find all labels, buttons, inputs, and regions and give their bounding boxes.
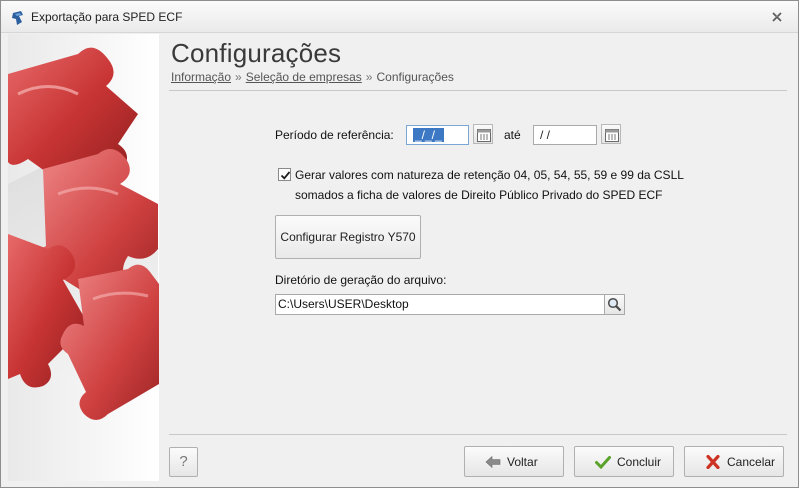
help-icon: ? [179, 453, 188, 470]
breadcrumb: Informação» Seleção de empresas» Configura… [171, 70, 454, 84]
breadcrumb-current: Configurações [376, 70, 454, 84]
arrow-left-icon [485, 455, 501, 469]
title-bar: Exportação para SPED ECF [1, 1, 798, 33]
output-directory-label: Diretório de geração do arquivo: [275, 273, 447, 287]
until-label: até [504, 128, 521, 142]
cancel-label: Cancelar [727, 455, 776, 469]
back-label: Voltar [507, 455, 538, 469]
date-from-input[interactable]: _/_/_ [406, 125, 469, 145]
window-title: Exportação para SPED ECF [31, 10, 183, 24]
main-content: Configurações Informação» Seleção de empr… [160, 34, 792, 481]
csll-retention-line1: Gerar valores com natureza de retenção 0… [295, 168, 684, 182]
csll-retention-checkbox[interactable] [278, 168, 291, 181]
breadcrumb-separator: » [365, 70, 373, 84]
calendar-icon [605, 129, 619, 142]
output-directory-input[interactable]: C:\Users\USER\Desktop [275, 294, 605, 315]
check-icon [595, 456, 611, 469]
configure-y570-button[interactable]: Configurar Registro Y570 [275, 215, 421, 259]
page-title: Configurações [171, 38, 342, 68]
date-to-input[interactable]: / / [533, 125, 597, 145]
finish-label: Concluir [617, 455, 662, 469]
footer-divider [169, 434, 787, 435]
search-icon [607, 297, 622, 312]
x-icon [706, 455, 720, 469]
date-to-calendar-button[interactable] [601, 124, 621, 144]
puzzle-illustration [8, 47, 159, 420]
period-label: Período de referência: [275, 128, 394, 142]
csll-retention-line2: somados a ficha de valores de Direito Pú… [295, 188, 663, 202]
breadcrumb-informacao[interactable]: Informação [171, 70, 231, 84]
date-from-value: _/_/_ [413, 128, 444, 142]
back-button[interactable]: Voltar [464, 446, 564, 477]
checkmark-icon [280, 171, 291, 180]
date-from-calendar-button[interactable] [473, 124, 493, 144]
header-divider [169, 90, 787, 91]
close-icon[interactable] [771, 11, 783, 23]
calendar-icon [477, 129, 491, 142]
finish-button[interactable]: Concluir [574, 446, 674, 477]
app-icon [12, 11, 23, 25]
export-window: Exportação para SPED ECF Configurações I… [0, 0, 799, 488]
breadcrumb-selecao-empresas[interactable]: Seleção de empresas [246, 70, 362, 84]
cancel-button[interactable]: Cancelar [684, 446, 784, 477]
browse-directory-button[interactable] [604, 294, 625, 315]
help-button[interactable]: ? [169, 447, 198, 477]
csll-retention-label[interactable]: Gerar valores com natureza de retenção 0… [295, 165, 684, 205]
breadcrumb-separator: » [235, 70, 242, 84]
decorative-puzzle-panel [8, 34, 159, 481]
